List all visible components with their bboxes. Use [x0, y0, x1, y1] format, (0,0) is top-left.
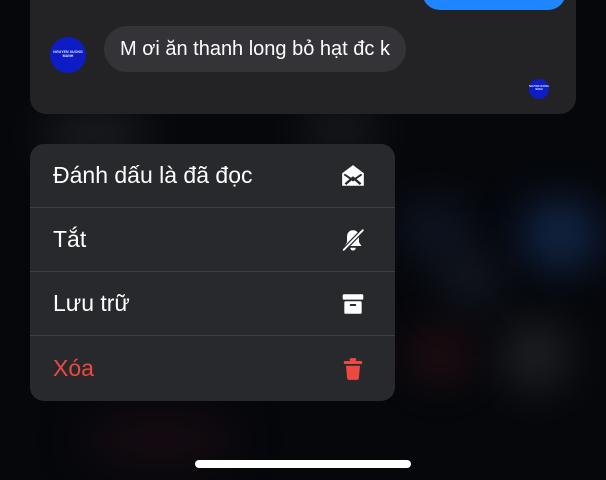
menu-item-delete[interactable]: Xóa	[30, 336, 395, 401]
menu-item-mute[interactable]: Tắt	[30, 208, 395, 272]
menu-item-label: Lưu trữ	[53, 290, 130, 316]
read-receipt-avatar: NGUYEN XUONG MANH	[529, 79, 549, 99]
sent-message-bubble	[422, 0, 566, 10]
menu-item-label: Đánh dấu là đã đọc	[53, 162, 253, 188]
conversation-preview-card: NGUYEN XUONG MANH M ơi ăn thanh long bỏ …	[30, 0, 576, 114]
home-indicator[interactable]	[195, 460, 411, 468]
trash-icon	[343, 357, 363, 380]
menu-item-label: Xóa	[53, 355, 94, 381]
received-message-bubble: M ơi ăn thanh long bỏ hạt đc k	[104, 26, 406, 72]
archive-box-icon	[342, 293, 364, 314]
menu-item-mark-as-read[interactable]: Đánh dấu là đã đọc	[30, 144, 395, 208]
envelope-open-icon	[342, 164, 364, 186]
menu-item-label: Tắt	[53, 226, 87, 252]
message-text: M ơi ăn thanh long bỏ hạt đc k	[120, 38, 390, 60]
bell-slash-icon	[341, 227, 365, 252]
context-menu: Đánh dấu là đã đọc Tắt Lưu trữ Xóa	[30, 144, 395, 401]
menu-item-archive[interactable]: Lưu trữ	[30, 272, 395, 336]
avatar-text: NGUYEN XUONG MANH	[53, 50, 83, 58]
contact-avatar: NGUYEN XUONG MANH	[50, 37, 86, 73]
read-receipt-avatar-text: NGUYEN XUONG MANH	[529, 85, 549, 91]
